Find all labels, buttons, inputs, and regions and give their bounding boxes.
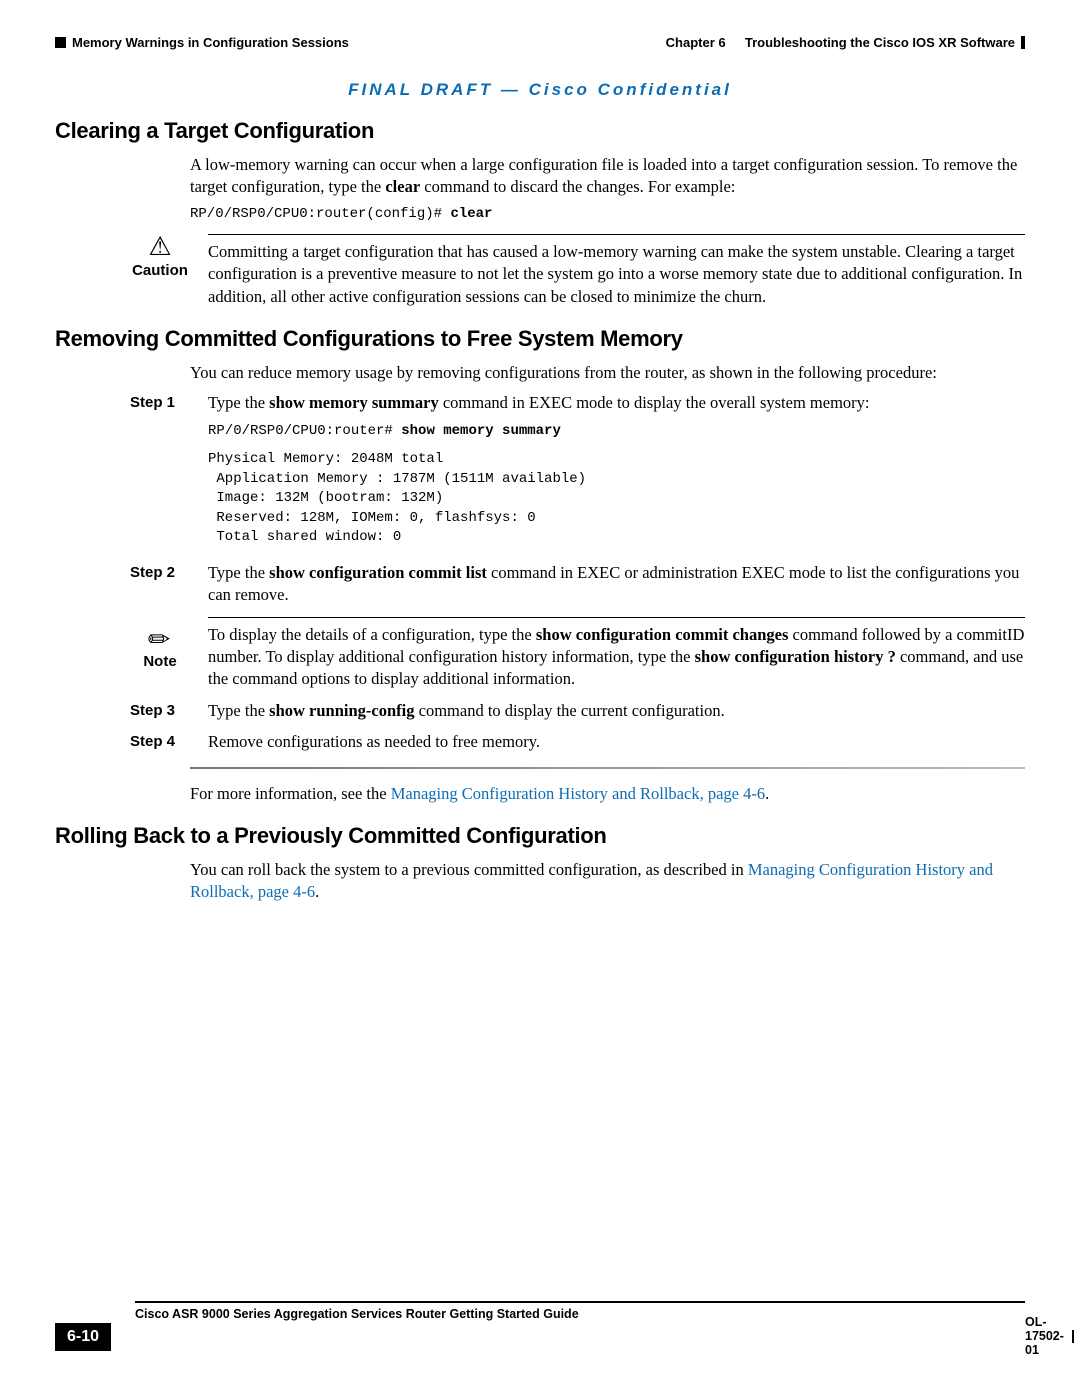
running-header: Memory Warnings in Configuration Session… <box>55 35 1025 50</box>
show-config-history-cmd: show configuration history ? <box>695 647 896 666</box>
show-running-config-cmd: show running-config <box>269 701 414 720</box>
header-chapter-title: Troubleshooting the Cisco IOS XR Softwar… <box>745 35 1015 50</box>
step3-body: Type the show running-config command to … <box>208 700 1025 722</box>
caution-label: Caution <box>130 262 190 279</box>
footer-bar-icon <box>1072 1330 1074 1343</box>
section-rolling-back-title: Rolling Back to a Previously Committed C… <box>55 823 1025 849</box>
step2-body: Type the show configuration commit list … <box>208 562 1025 607</box>
show-memory-summary-cmd: show memory summary <box>269 393 439 412</box>
note-left: ✎ Note <box>130 617 190 670</box>
header-left: Memory Warnings in Configuration Session… <box>55 35 349 50</box>
clear-command-ref: clear <box>385 177 420 196</box>
step1-label: Step 1 <box>130 392 190 411</box>
caution-icon: ⚠ <box>130 234 190 260</box>
header-marker-icon <box>55 37 66 48</box>
step1-row: Step 1 Type the show memory summary comm… <box>130 392 1025 554</box>
footer-guide-title: Cisco ASR 9000 Series Aggregation Servic… <box>135 1303 1025 1321</box>
step2-row: Step 2 Type the show configuration commi… <box>130 562 1025 607</box>
show-config-commit-changes-cmd: show configuration commit changes <box>536 625 789 644</box>
caution-text: Committing a target configuration that h… <box>208 234 1025 308</box>
header-section-label: Memory Warnings in Configuration Session… <box>72 35 349 50</box>
step1-body: Type the show memory summary command in … <box>208 392 1025 554</box>
note-admonition: ✎ Note To display the details of a confi… <box>130 617 1025 691</box>
more-info-paragraph: For more information, see the Managing C… <box>190 783 1025 805</box>
caution-left: ⚠ Caution <box>130 234 190 279</box>
code-block-show-memory: RP/0/RSP0/CPU0:router# show memory summa… <box>208 422 1025 442</box>
caution-admonition: ⚠ Caution Committing a target configurat… <box>130 234 1025 308</box>
show-config-commit-list-cmd: show configuration commit list <box>269 563 487 582</box>
code-block-clear: RP/0/RSP0/CPU0:router(config)# clear <box>190 205 1025 225</box>
page-number: 6-10 <box>55 1323 111 1351</box>
step2-label: Step 2 <box>130 562 190 581</box>
procedure-end-rule <box>190 767 1025 769</box>
footer-doc-id-wrap: OL-17502-01 <box>1025 1301 1074 1357</box>
section-clearing-title: Clearing a Target Configuration <box>55 118 1025 144</box>
section-removing-title: Removing Committed Configurations to Fre… <box>55 326 1025 352</box>
header-chapter-prefix: Chapter 6 <box>666 35 726 50</box>
step4-row: Step 4 Remove configurations as needed t… <box>130 731 1025 753</box>
code-output-memory: Physical Memory: 2048M total Application… <box>208 450 1025 548</box>
note-icon: ✎ <box>143 623 177 657</box>
header-right: Chapter 6 Troubleshooting the Cisco IOS … <box>666 35 1025 50</box>
step4-body: Remove configurations as needed to free … <box>208 731 1025 753</box>
section1-paragraph: A low-memory warning can occur when a la… <box>190 154 1025 199</box>
step4-label: Step 4 <box>130 731 190 750</box>
header-bar-icon <box>1021 36 1025 49</box>
confidential-banner: FINAL DRAFT — Cisco Confidential <box>55 80 1025 100</box>
step3-label: Step 3 <box>130 700 190 719</box>
section3-paragraph: You can roll back the system to a previo… <box>190 859 1025 904</box>
section2-intro: You can reduce memory usage by removing … <box>190 362 1025 384</box>
footer-doc-id: OL-17502-01 <box>1025 1315 1066 1357</box>
note-text: To display the details of a configuratio… <box>208 617 1025 691</box>
page-footer: Cisco ASR 9000 Series Aggregation Servic… <box>55 1301 1025 1357</box>
managing-config-history-link[interactable]: Managing Configuration History and Rollb… <box>391 784 765 803</box>
step3-row: Step 3 Type the show running-config comm… <box>130 700 1025 722</box>
